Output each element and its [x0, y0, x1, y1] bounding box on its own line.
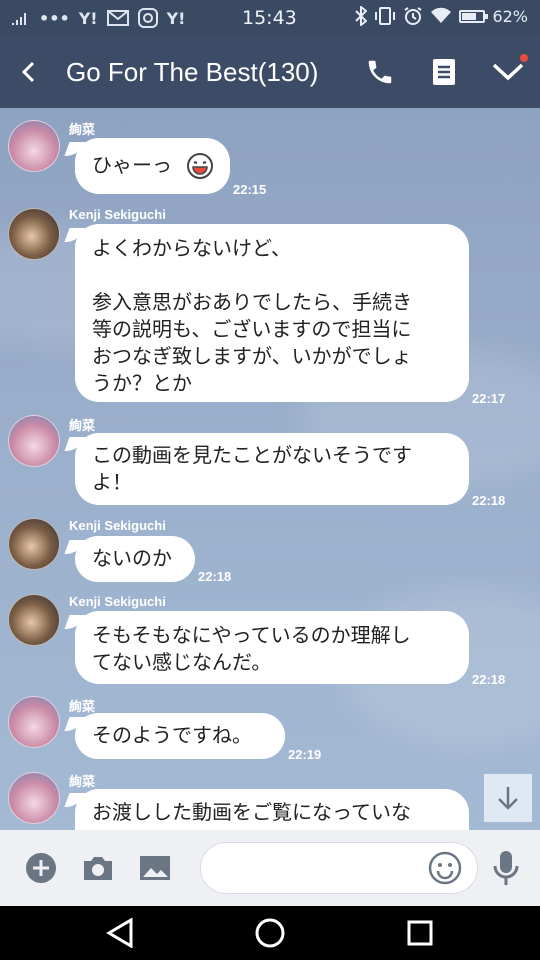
message-time: 22:17 — [472, 391, 506, 406]
kenji-avatar[interactable] — [8, 518, 60, 570]
battery-percent: 62% — [492, 6, 528, 26]
recents-square-icon — [407, 920, 433, 946]
sender-name: 絢菜 — [69, 774, 96, 789]
ayana-avatar[interactable] — [8, 772, 60, 824]
message-bubble[interactable]: そもそもなにやっているのか理解し てない感じなんだ。 — [75, 611, 469, 684]
back-button[interactable] — [0, 36, 58, 108]
nav-back-button[interactable] — [103, 916, 137, 950]
nav-home-button[interactable] — [253, 916, 287, 950]
alarm-icon — [404, 7, 422, 25]
voice-button[interactable] — [488, 850, 524, 886]
ayana-avatar[interactable] — [8, 415, 60, 467]
status-bar: ••• Y! Y! 15:43 62% — [0, 0, 540, 36]
message-text: ないのか — [92, 546, 172, 570]
message-bubble[interactable]: よくわからないけど、 参入意思がおありでしたら、手続き 等の説明も、ございますの… — [75, 224, 469, 402]
emoji-button[interactable] — [427, 850, 463, 886]
chat-header: Go For The Best(130) — [0, 36, 540, 108]
sender-name: Kenji Sekiguchi — [69, 207, 166, 222]
message-text: そのようですね。 — [92, 723, 252, 747]
vibrate-icon — [375, 7, 396, 25]
plus-icon — [26, 853, 56, 883]
mail-icon — [106, 10, 129, 26]
more-icon: ••• — [39, 8, 70, 28]
wifi-icon — [431, 7, 452, 23]
kenji-avatar[interactable] — [8, 594, 60, 646]
scroll-to-bottom-button[interactable] — [484, 774, 532, 822]
battery-level — [462, 12, 477, 20]
phone-icon — [368, 60, 392, 84]
sender-name: Kenji Sekiguchi — [69, 518, 166, 533]
kenji-avatar[interactable] — [8, 208, 60, 260]
battery-icon — [459, 9, 489, 23]
camera-icon — [84, 857, 112, 880]
chevron-down-icon — [492, 63, 524, 81]
image-button[interactable] — [137, 850, 173, 886]
home-circle-icon — [255, 918, 285, 948]
microphone-icon — [493, 851, 519, 885]
arrow-down-icon — [498, 787, 518, 810]
nav-recents-button[interactable] — [403, 916, 437, 950]
message-bubble[interactable]: ひゃーっ — [75, 138, 230, 194]
sender-name: 絢菜 — [69, 699, 96, 714]
emoji-icon — [428, 851, 462, 885]
input-bar — [0, 830, 540, 906]
laughing-emoji-icon — [187, 153, 213, 179]
status-left-icons: ••• Y! Y! — [10, 8, 220, 28]
back-triangle-icon — [106, 918, 133, 948]
message-bubble[interactable]: お渡しした動画をご覧になっていな — [75, 789, 469, 830]
header-actions — [362, 36, 528, 108]
image-icon — [140, 856, 170, 880]
sender-name: Kenji Sekiguchi — [69, 594, 166, 609]
notes-button[interactable] — [426, 54, 462, 90]
status-right-icons: 62% — [355, 6, 528, 26]
yahoo-icon: Y! — [166, 8, 186, 28]
chat-title: Go For The Best(130) — [66, 56, 319, 87]
back-icon — [21, 61, 35, 83]
call-button[interactable] — [362, 54, 398, 90]
chat-area[interactable]: 絢菜 ひゃーっ 22:15 Kenji Sekiguchi よくわからないけど、… — [0, 108, 540, 830]
instagram-icon — [137, 8, 158, 28]
yahoo-icon: Y! — [78, 8, 98, 28]
message-bubble[interactable]: そのようですね。 — [75, 713, 285, 759]
message-bubble[interactable]: この動画を見たことがないそうです よ！ — [75, 433, 469, 505]
signal-icon — [12, 13, 26, 25]
clock: 15:43 — [242, 7, 297, 29]
sender-name: 絢菜 — [69, 122, 96, 137]
message-time: 22:15 — [233, 182, 267, 197]
message-time: 22:19 — [288, 747, 322, 762]
message-text: ひゃーっ — [92, 153, 172, 177]
sender-name: 絢菜 — [69, 418, 96, 433]
ayana-avatar[interactable] — [8, 120, 60, 172]
message-text: よくわからないけど、 参入意思がおありでしたら、手続き 等の説明も、ございますの… — [92, 236, 412, 395]
notification-dot — [520, 54, 528, 62]
menu-toggle-button[interactable] — [490, 54, 528, 90]
camera-button[interactable] — [80, 850, 116, 886]
ayana-avatar[interactable] — [8, 696, 60, 748]
message-bubble[interactable]: ないのか — [75, 536, 195, 582]
message-time: 22:18 — [472, 672, 506, 687]
add-button[interactable] — [23, 850, 59, 886]
message-time: 22:18 — [198, 569, 232, 584]
bluetooth-icon — [355, 6, 368, 26]
message-text: お渡しした動画をご覧になっていな — [92, 800, 411, 824]
android-nav-bar — [0, 906, 540, 960]
message-text: この動画を見たことがないそうです よ！ — [92, 443, 412, 494]
message-text: そもそもなにやっているのか理解し てない感じなんだ。 — [92, 623, 411, 674]
message-time: 22:18 — [472, 493, 506, 508]
notes-icon — [433, 59, 455, 85]
